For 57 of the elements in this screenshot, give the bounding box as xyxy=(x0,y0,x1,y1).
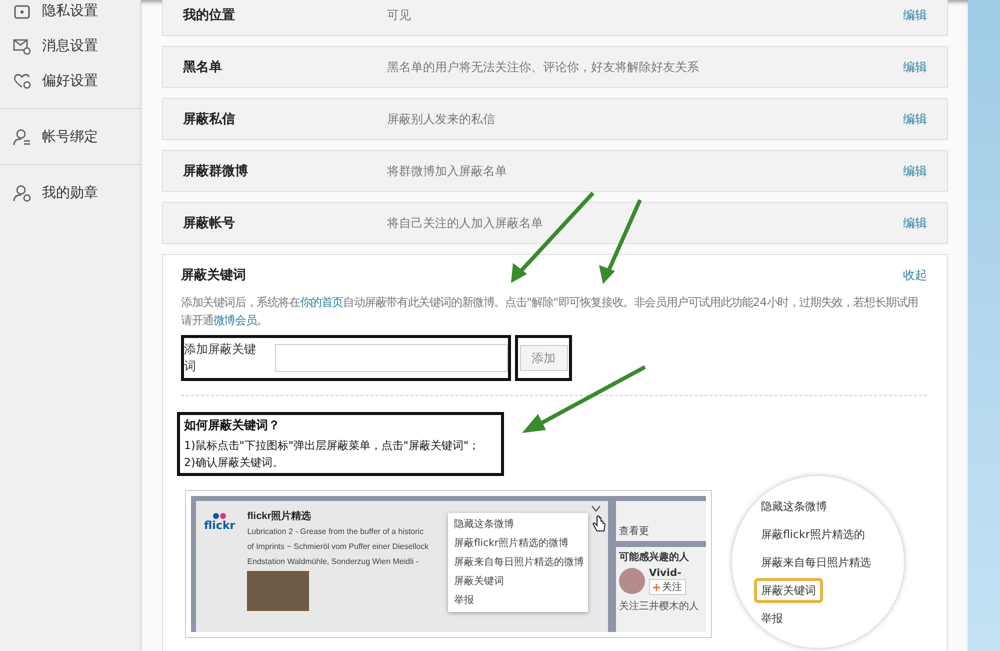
recommendation-text: 关注三井樱木的人 xyxy=(619,600,700,613)
sidebar-item[interactable]: 我的勋章 xyxy=(0,175,140,210)
setting-value: 将自己关注的人加入屏蔽名单 xyxy=(387,214,544,232)
menu-item[interactable]: 屏蔽来自每日照片精选 xyxy=(754,550,878,574)
post-text: Endstation Waldmühle, Sonderzug Wien Meidli - xyxy=(247,556,419,568)
setting-value: 将群微博加入屏蔽名单 xyxy=(387,162,508,180)
menu-item[interactable]: 屏蔽关键词 xyxy=(454,572,582,591)
edit-link[interactable]: 编辑 xyxy=(903,214,927,232)
edit-link[interactable]: 编辑 xyxy=(903,6,927,24)
menu-item[interactable]: 屏蔽flickr照片精选的 xyxy=(754,522,872,546)
setting-value: 可见 xyxy=(387,6,412,24)
howto-step: 1)鼠标点击"下拉图标"弹出层屏蔽菜单，点击"屏蔽关键词"； xyxy=(184,437,497,454)
text-link[interactable]: 微博会员 xyxy=(213,313,257,327)
setting-title: 屏蔽帐号 xyxy=(183,215,236,232)
menu-item[interactable]: 屏蔽关键词 xyxy=(754,578,823,602)
person-icon xyxy=(12,126,32,146)
section-title: 屏蔽关键词 xyxy=(181,266,247,284)
setting-title: 黑名单 xyxy=(183,59,223,76)
sidebar-item[interactable]: 隐私设置 xyxy=(0,0,140,28)
edit-link[interactable]: 编辑 xyxy=(903,58,927,76)
panel-title: 可能感兴趣的人 xyxy=(619,550,690,564)
chevron-down-icon[interactable] xyxy=(591,505,601,513)
setting-value: 黑名单的用户将无法关注你、评论你，好友将解除好友关系 xyxy=(387,58,700,76)
menu-item[interactable]: 举报 xyxy=(754,606,790,630)
flickr-logo: flickr xyxy=(204,513,236,543)
photo-placeholder xyxy=(247,571,310,611)
follow-button[interactable]: 关注 xyxy=(649,579,686,595)
howto-title: 如何屏蔽关键词？ xyxy=(184,417,281,434)
menu-item[interactable]: 屏蔽来自每日照片精选的微博 xyxy=(454,553,582,572)
sidebar-item[interactable]: 帐号绑定 xyxy=(0,119,140,154)
keyword-input-field[interactable] xyxy=(274,344,508,372)
edit-link[interactable]: 编辑 xyxy=(903,162,927,180)
description-text: 添加关键词后，系统将在你的首页自动屏蔽带有此关键词的新微博。点击"解除"即可恢复接收。非会员用户可试用此功能24小时，过期失效，若想长期试用请开通微博会员。 xyxy=(181,294,919,329)
howto-step: 2)确认屏蔽关键词。 xyxy=(184,454,497,471)
post-text: of Imprints ~ Schmieröl vom Puffer einer Diesellock xyxy=(247,541,429,553)
more-link[interactable]: 查看更 xyxy=(619,524,649,538)
hand-cursor-icon xyxy=(592,515,606,533)
collapse-link[interactable]: 收起 xyxy=(903,266,927,284)
account-name: flickr照片精选 xyxy=(247,510,312,524)
field-label: 添加屏蔽关键词 xyxy=(184,341,257,375)
text-link[interactable]: 你的首页 xyxy=(300,295,344,309)
person-gear-icon xyxy=(12,182,32,202)
sidebar-item[interactable]: 偏好设置 xyxy=(0,63,140,98)
menu-item[interactable]: 隐藏这条微博 xyxy=(454,515,582,534)
setting-title: 我的位置 xyxy=(183,7,236,24)
plus-icon xyxy=(653,584,660,590)
setting-title: 屏蔽群微博 xyxy=(183,163,249,180)
menu-item[interactable]: 隐藏这条微博 xyxy=(754,494,834,518)
setting-title: 屏蔽私信 xyxy=(183,111,236,128)
post-text: Lubrication 2 - Grease from the buffer of a historic xyxy=(247,526,424,538)
user-name: Vivid- xyxy=(649,568,682,579)
edit-link[interactable]: 编辑 xyxy=(903,110,927,128)
menu-item[interactable]: 举报 xyxy=(454,591,582,610)
sidebar-item[interactable]: 消息设置 xyxy=(0,28,140,63)
setting-value: 屏蔽别人发来的私信 xyxy=(387,110,496,128)
avatar-circle xyxy=(619,568,645,594)
menu-item[interactable]: 屏蔽flickr照片精选的微博 xyxy=(454,534,582,553)
